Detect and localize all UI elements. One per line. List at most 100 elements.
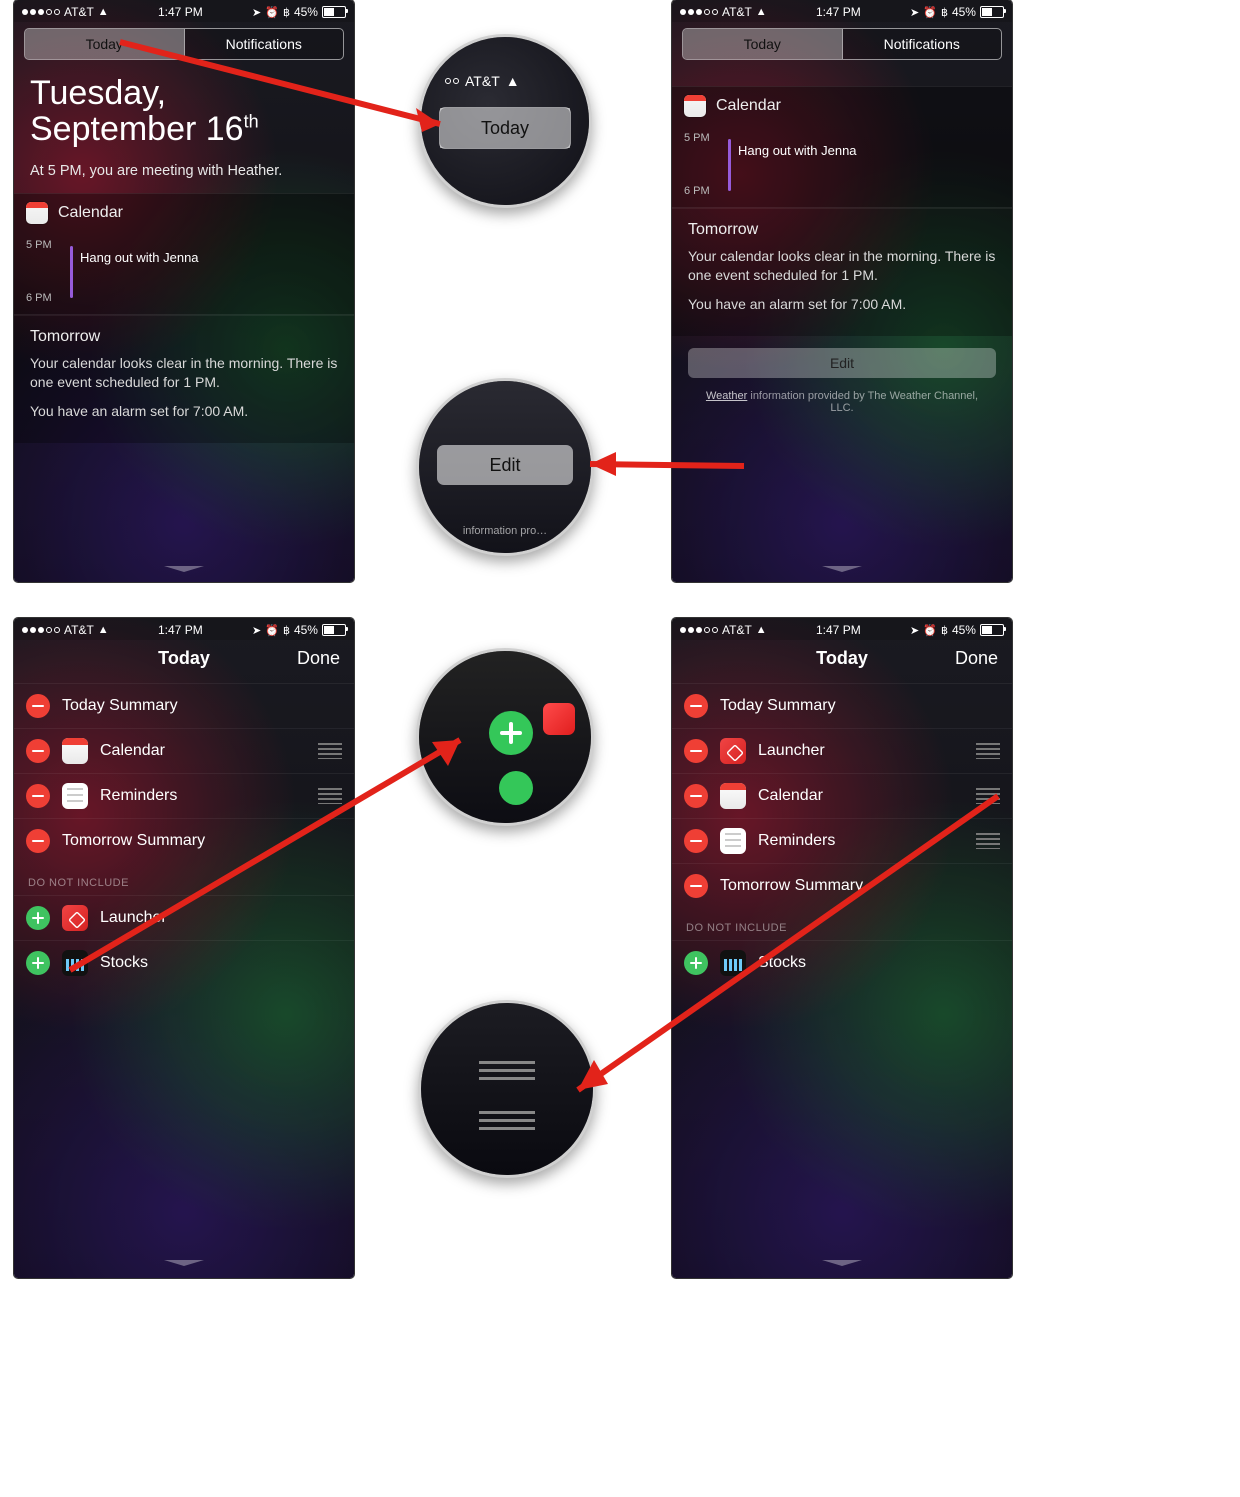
edit-navbar: Today Done (14, 640, 354, 673)
remove-icon[interactable] (684, 739, 708, 763)
tab-today[interactable]: Today (683, 29, 843, 59)
grabber-handle-icon[interactable] (164, 568, 204, 576)
tab-today[interactable]: Today (25, 29, 185, 59)
rem-app-icon (720, 828, 746, 854)
location-icon: ➤ (252, 624, 261, 637)
remove-icon[interactable] (26, 829, 50, 853)
done-button[interactable]: Done (955, 648, 998, 669)
tomorrow-summary: Tomorrow Your calendar looks clear in th… (14, 315, 354, 443)
bluetooth-icon: ฿ (941, 624, 948, 637)
segmented-today-notifications[interactable]: Today Notifications (24, 28, 344, 60)
widget-row[interactable]: Tomorrow Summary (14, 818, 354, 863)
edit-button[interactable]: Edit (688, 348, 996, 378)
carrier-label: AT&T (722, 623, 752, 637)
zoom-launcher-app-icon (543, 703, 575, 735)
magnifier-reorder-grip (418, 1000, 596, 1178)
widget-row[interactable]: Tomorrow Summary (672, 863, 1012, 908)
edit-title: Today (816, 648, 868, 669)
magnifier-add-button (416, 648, 594, 826)
do-not-include-label: DO NOT INCLUDE (672, 908, 1012, 940)
event-bar[interactable] (728, 139, 731, 191)
clock-label: 1:47 PM (158, 5, 203, 19)
widget-row[interactable]: Stocks (14, 940, 354, 985)
edit-title: Today (158, 648, 210, 669)
widget-label: Reminders (100, 787, 306, 805)
weather-footnote: Weather information provided by The Weat… (672, 390, 1012, 426)
remove-icon[interactable] (684, 694, 708, 718)
rem-app-icon (62, 783, 88, 809)
remove-icon[interactable] (684, 874, 708, 898)
grabber-handle-icon[interactable] (164, 1262, 204, 1270)
widget-row[interactable]: Calendar (672, 773, 1012, 818)
status-bar: AT&T ▲ 1:47 PM ➤ ⏰ ฿ 45% (14, 618, 354, 640)
weather-link[interactable]: Weather (706, 390, 747, 402)
event-title[interactable]: Hang out with Jenna (80, 250, 199, 265)
calendar-app-icon (684, 95, 706, 117)
widget-row[interactable]: Reminders (14, 773, 354, 818)
phone-screen-2: AT&T ▲ 1:47 PM ➤ ⏰ ฿ 45% Today Notificat… (672, 0, 1012, 582)
stocks-app-icon (720, 950, 746, 976)
event-bar[interactable] (70, 246, 73, 298)
zoom-plus-icon (489, 711, 533, 755)
remove-icon[interactable] (26, 784, 50, 808)
remove-icon[interactable] (684, 829, 708, 853)
calendar-title: Calendar (716, 97, 781, 115)
done-button[interactable]: Done (297, 648, 340, 669)
widget-label: Calendar (758, 787, 964, 805)
tomorrow-heading: Tomorrow (30, 328, 338, 346)
cal-app-icon (62, 738, 88, 764)
bluetooth-icon: ฿ (283, 6, 290, 19)
battery-percent: 45% (294, 623, 318, 637)
grabber-handle-icon[interactable] (822, 1262, 862, 1270)
widget-row[interactable]: Launcher (672, 728, 1012, 773)
event-title[interactable]: Hang out with Jenna (738, 143, 857, 158)
widget-row[interactable]: Today Summary (672, 683, 1012, 728)
add-icon[interactable] (26, 906, 50, 930)
alarm-icon: ⏰ (923, 624, 937, 637)
zoom-grip-icon (479, 1111, 535, 1135)
zoom-edit-label: Edit (437, 445, 573, 485)
status-bar: AT&T ▲ 1:47 PM ➤ ⏰ ฿ 45% (672, 0, 1012, 22)
remove-icon[interactable] (684, 784, 708, 808)
battery-icon (980, 624, 1004, 636)
reorder-grip-icon[interactable] (976, 833, 1000, 849)
reorder-grip-icon[interactable] (976, 743, 1000, 759)
reorder-grip-icon[interactable] (318, 743, 342, 759)
clock-label: 1:47 PM (158, 623, 203, 637)
bluetooth-icon: ฿ (283, 624, 290, 637)
grabber-handle-icon[interactable] (822, 568, 862, 576)
widget-row[interactable]: Calendar (14, 728, 354, 773)
magnifier-edit-button: Edit information pro… (416, 378, 594, 556)
alarm-line: You have an alarm set for 7:00 AM. (688, 295, 996, 314)
widget-row[interactable]: Stocks (672, 940, 1012, 985)
widget-row[interactable]: Reminders (672, 818, 1012, 863)
clock-label: 1:47 PM (816, 623, 861, 637)
add-icon[interactable] (26, 951, 50, 975)
widget-label: Today Summary (62, 697, 342, 715)
tab-notifications[interactable]: Notifications (185, 29, 344, 59)
tab-notifications[interactable]: Notifications (843, 29, 1002, 59)
date-line-1: Tuesday, (30, 76, 338, 112)
calendar-widget: Calendar 5 PM 6 PM Hang out with Jenna (672, 86, 1012, 208)
remove-icon[interactable] (26, 694, 50, 718)
battery-icon (322, 624, 346, 636)
reorder-grip-icon[interactable] (318, 788, 342, 804)
wifi-icon: ▲ (98, 624, 109, 636)
widget-row[interactable]: Today Summary (14, 683, 354, 728)
segmented-today-notifications[interactable]: Today Notifications (682, 28, 1002, 60)
battery-percent: 45% (294, 5, 318, 19)
battery-icon (322, 6, 346, 18)
calendar-app-icon (26, 202, 48, 224)
signal-dots-icon (22, 627, 60, 633)
bluetooth-icon: ฿ (941, 6, 948, 19)
remove-icon[interactable] (26, 739, 50, 763)
widget-row[interactable]: Launcher (14, 895, 354, 940)
reorder-grip-icon[interactable] (976, 788, 1000, 804)
alarm-line: You have an alarm set for 7:00 AM. (30, 402, 338, 421)
battery-icon (980, 6, 1004, 18)
widget-label: Tomorrow Summary (720, 877, 1000, 895)
time-ruler: 5 PM 6 PM (684, 133, 718, 197)
add-icon[interactable] (684, 951, 708, 975)
widget-label: Calendar (100, 742, 306, 760)
wifi-icon: ▲ (756, 6, 767, 18)
